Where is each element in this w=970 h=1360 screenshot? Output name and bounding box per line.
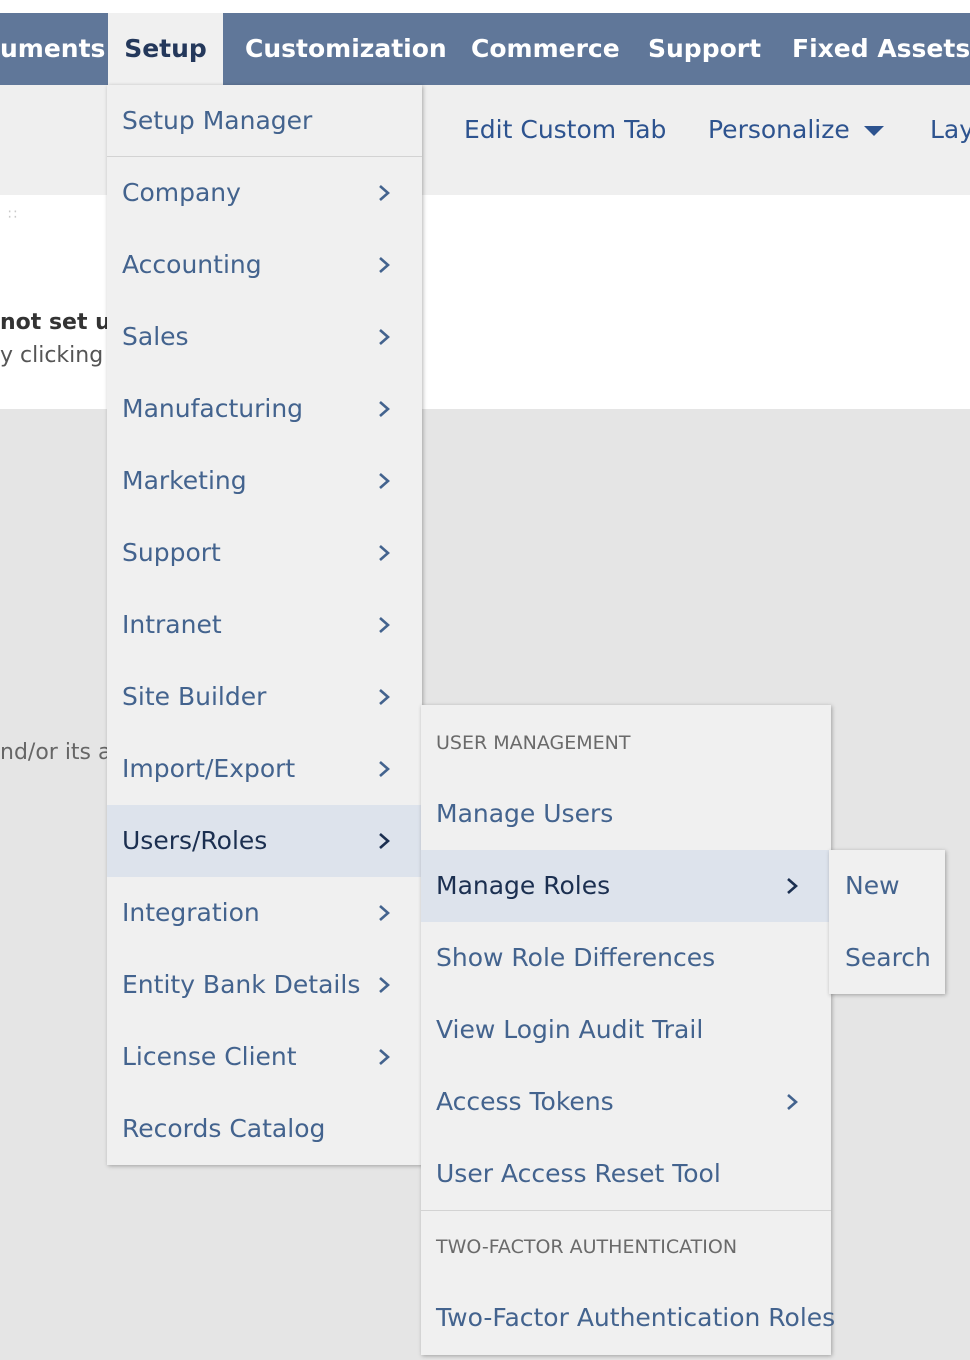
menu-item-label: User Access Reset Tool xyxy=(436,1159,721,1188)
chevron-right-icon xyxy=(379,617,390,633)
menu-item-manage-roles[interactable]: Manage Roles xyxy=(421,850,831,922)
users-roles-submenu: USER MANAGEMENT Manage Users Manage Role… xyxy=(421,705,835,1355)
section-header-two-factor: TWO-FACTOR AUTHENTICATION xyxy=(436,1236,738,1258)
chevron-right-icon xyxy=(379,257,390,273)
nav-item-support[interactable]: Support xyxy=(648,13,761,85)
setup-menu: Setup Manager Company Accounting Sales M… xyxy=(107,85,422,1165)
menu-item-setup-manager[interactable]: Setup Manager xyxy=(107,85,422,157)
menu-item-access-tokens[interactable]: Access Tokens xyxy=(421,1066,831,1138)
drag-handle-icon[interactable]: ∷ xyxy=(8,207,18,223)
chevron-right-icon xyxy=(379,977,390,993)
chevron-right-icon xyxy=(379,545,390,561)
menu-item-label: Marketing xyxy=(122,466,247,495)
menu-item-label: Accounting xyxy=(122,250,262,279)
menu-item-label: Access Tokens xyxy=(436,1087,614,1116)
layout-menu[interactable]: Lay xyxy=(930,110,970,150)
menu-item-site-builder[interactable]: Site Builder xyxy=(107,661,422,733)
menu-item-label: Setup Manager xyxy=(122,106,313,135)
menu-item-manage-users[interactable]: Manage Users xyxy=(421,778,831,850)
menu-item-label: Show Role Differences xyxy=(436,943,716,972)
chevron-right-icon xyxy=(379,761,390,777)
menu-item-search[interactable]: Search xyxy=(829,922,945,994)
menu-item-two-factor-roles[interactable]: Two-Factor Authentication Roles xyxy=(421,1282,835,1354)
caret-down-icon xyxy=(863,126,884,136)
edit-custom-tab-link[interactable]: Edit Custom Tab xyxy=(464,110,666,150)
menu-item-manufacturing[interactable]: Manufacturing xyxy=(107,373,422,445)
menu-item-marketing[interactable]: Marketing xyxy=(107,445,422,517)
menu-item-users-roles[interactable]: Users/Roles xyxy=(107,805,422,877)
menu-item-label: Support xyxy=(122,538,221,567)
menu-item-label: New xyxy=(845,871,900,900)
personalize-label: Personalize xyxy=(708,115,850,144)
menu-item-label: Integration xyxy=(122,898,260,927)
menu-item-label: Manage Users xyxy=(436,799,614,828)
footer-copyright: nd/or its af xyxy=(0,740,120,765)
chevron-right-icon xyxy=(379,185,390,201)
menu-item-label: Sales xyxy=(122,322,189,351)
top-strip xyxy=(0,0,970,13)
menu-item-import-export[interactable]: Import/Export xyxy=(107,733,422,805)
chevron-right-icon xyxy=(379,833,390,849)
menu-item-new[interactable]: New xyxy=(829,850,945,922)
chevron-right-icon xyxy=(379,329,390,345)
chevron-right-icon xyxy=(379,689,390,705)
menu-item-integration[interactable]: Integration xyxy=(107,877,422,949)
menu-item-accounting[interactable]: Accounting xyxy=(107,229,422,301)
nav-item-documents[interactable]: uments xyxy=(0,13,105,85)
portlet-message-text: y clicking o xyxy=(0,343,124,368)
menu-item-label: Records Catalog xyxy=(122,1114,326,1143)
menu-item-support[interactable]: Support xyxy=(107,517,422,589)
menu-item-intranet[interactable]: Intranet xyxy=(107,589,422,661)
chevron-right-icon xyxy=(787,878,798,894)
chevron-right-icon xyxy=(787,1094,798,1110)
menu-item-label: License Client xyxy=(122,1042,297,1071)
manage-roles-submenu: New Search xyxy=(829,850,945,994)
menu-item-sales[interactable]: Sales xyxy=(107,301,422,373)
menu-item-label: Entity Bank Details xyxy=(122,970,361,999)
chevron-right-icon xyxy=(379,905,390,921)
menu-item-label: Search xyxy=(845,943,931,972)
menu-divider xyxy=(421,1210,831,1211)
menu-item-label: Intranet xyxy=(122,610,222,639)
chevron-right-icon xyxy=(379,401,390,417)
nav-item-customization[interactable]: Customization xyxy=(245,13,447,85)
nav-item-setup[interactable]: Setup xyxy=(108,13,223,85)
personalize-menu[interactable]: Personalize xyxy=(708,110,884,150)
menu-item-label: Two-Factor Authentication Roles xyxy=(436,1303,836,1332)
chevron-right-icon xyxy=(379,473,390,489)
menu-item-label: Users/Roles xyxy=(122,826,268,855)
menu-item-company[interactable]: Company xyxy=(107,157,422,229)
menu-item-label: Manage Roles xyxy=(436,871,611,900)
menu-item-show-role-differences[interactable]: Show Role Differences xyxy=(421,922,831,994)
main-nav-bar: uments Setup Customization Commerce Supp… xyxy=(0,13,970,85)
chevron-right-icon xyxy=(379,1049,390,1065)
menu-item-view-login-audit-trail[interactable]: View Login Audit Trail xyxy=(421,994,831,1066)
menu-item-label: Company xyxy=(122,178,241,207)
menu-item-records-catalog[interactable]: Records Catalog xyxy=(107,1093,422,1165)
menu-item-label: Import/Export xyxy=(122,754,296,783)
menu-item-license-client[interactable]: License Client xyxy=(107,1021,422,1093)
section-header-user-management: USER MANAGEMENT xyxy=(436,732,631,754)
menu-item-label: Site Builder xyxy=(122,682,267,711)
menu-item-label: View Login Audit Trail xyxy=(436,1015,704,1044)
nav-item-commerce[interactable]: Commerce xyxy=(471,13,620,85)
menu-item-entity-bank-details[interactable]: Entity Bank Details xyxy=(107,949,422,1021)
menu-item-label: Manufacturing xyxy=(122,394,304,423)
nav-item-fixed-assets[interactable]: Fixed Assets xyxy=(792,13,970,85)
menu-item-user-access-reset-tool[interactable]: User Access Reset Tool xyxy=(421,1138,831,1210)
